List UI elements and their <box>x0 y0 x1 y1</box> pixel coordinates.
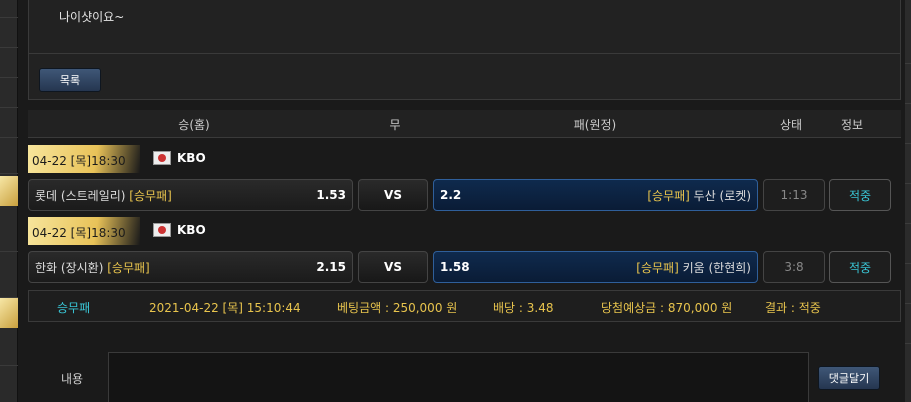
list-button[interactable]: 목록 <box>39 68 101 92</box>
bet-datetime: 2021-04-22 [목] 15:10:44 <box>149 301 301 315</box>
result-badge: 적중 <box>829 179 891 211</box>
comment-textarea[interactable] <box>108 352 809 402</box>
away-odd: 1.58 <box>440 260 470 274</box>
away-odd: 2.2 <box>440 188 462 202</box>
away-pick: [승무패] <box>636 260 679 275</box>
game-date: 04-22 [목]18:30 <box>32 226 126 240</box>
left-sidebar-strip <box>0 0 18 402</box>
away-bet-cell-selected[interactable]: 2.2 [승무패] 두산 (로켓) <box>433 179 758 211</box>
league-name: KBO <box>177 151 206 165</box>
result-badge: 적중 <box>829 251 891 283</box>
home-team: 롯데 (스트레일리) [승무패] <box>35 187 172 204</box>
game-score: 3:8 <box>763 251 825 283</box>
bet-history-page: 나이샷이요~ 목록 승(홈) 무 패(원정) 상태 정보 04-22 [목]18… <box>0 0 911 402</box>
home-bet-cell[interactable]: 한화 (장시환) [승무패] 2.15 <box>28 251 353 283</box>
divider <box>29 53 900 54</box>
home-odd: 2.15 <box>316 260 346 274</box>
bet-table-header: 승(홈) 무 패(원정) 상태 정보 <box>28 110 901 138</box>
header-win-home: 승(홈) <box>178 118 210 132</box>
home-pick: [승무패] <box>107 260 150 275</box>
draw-vs-cell[interactable]: VS <box>358 251 428 283</box>
away-team: [승무패] 두산 (로켓) <box>647 187 751 204</box>
away-team: [승무패] 키움 (한현희) <box>636 259 751 276</box>
header-lose-away: 패(원정) <box>573 118 617 132</box>
bet-result: 결과 : 적중 <box>765 301 821 315</box>
league-name: KBO <box>177 223 206 237</box>
bet-amount: 베팅금액 : 250,000 원 <box>337 301 458 315</box>
kbo-flag-icon <box>153 223 171 237</box>
draw-vs-cell[interactable]: VS <box>358 179 428 211</box>
home-bet-cell[interactable]: 롯데 (스트레일리) [승무패] 1.53 <box>28 179 353 211</box>
home-team-name: 한화 (장시환) <box>35 260 104 275</box>
bet-summary-row: 승무패 2021-04-22 [목] 15:10:44 베팅금액 : 250,0… <box>28 290 901 322</box>
home-team: 한화 (장시환) [승무패] <box>35 259 150 276</box>
header-draw: 무 <box>389 118 401 132</box>
away-team-name: 키움 (한현희) <box>682 260 751 275</box>
away-bet-cell-selected[interactable]: 1.58 [승무패] 키움 (한현희) <box>433 251 758 283</box>
game-date-badge: 04-22 [목]18:30 <box>28 217 140 245</box>
home-odd: 1.53 <box>316 188 346 202</box>
comment-submit-button[interactable]: 댓글달기 <box>818 366 880 390</box>
home-pick: [승무패] <box>129 188 172 203</box>
home-team-name: 롯데 (스트레일리) <box>35 188 126 203</box>
right-edge-strip <box>905 0 911 402</box>
bet-type: 승무패 <box>57 301 91 315</box>
away-team-name: 두산 (로켓) <box>693 188 751 203</box>
game-date-badge: 04-22 [목]18:30 <box>28 145 140 173</box>
header-status: 상태 <box>779 118 803 132</box>
post-text: 나이샷이요~ <box>59 10 125 24</box>
sidebar-gold-tab-2[interactable] <box>0 298 18 328</box>
expected-win: 당첨예상금 : 870,000 원 <box>601 301 733 315</box>
away-pick: [승무패] <box>647 188 690 203</box>
league-label: KBO <box>153 223 206 237</box>
sidebar-gold-tab[interactable] <box>0 176 18 206</box>
header-info: 정보 <box>840 118 864 132</box>
game-score: 1:13 <box>763 179 825 211</box>
post-content-box: 나이샷이요~ 목록 <box>28 0 901 100</box>
league-label: KBO <box>153 151 206 165</box>
game-date: 04-22 [목]18:30 <box>32 154 126 168</box>
kbo-flag-icon <box>153 151 171 165</box>
bet-odds: 배당 : 3.48 <box>493 301 554 315</box>
comment-label: 내용 <box>61 372 84 386</box>
